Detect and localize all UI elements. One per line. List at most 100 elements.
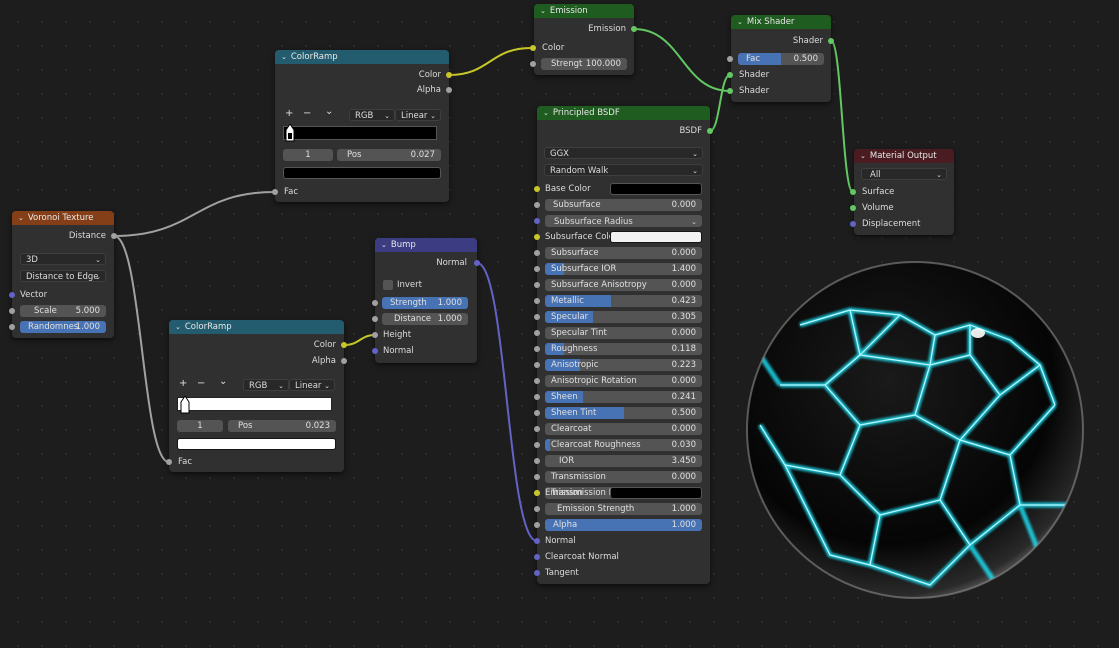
param-field-transmission[interactable]: Transmission 0.000: [545, 471, 702, 483]
socket-subsurface-in[interactable]: [534, 202, 540, 208]
scale-field[interactable]: Scale 5.000: [20, 305, 106, 317]
socket-normal-out[interactable]: [474, 260, 480, 266]
emission-node[interactable]: ⌄ Emission Emission Color Strengt 100.000: [534, 4, 634, 75]
socket-specular-tint-in[interactable]: [534, 330, 540, 336]
socket-distance-out[interactable]: [111, 233, 117, 239]
principled-bsdf-node[interactable]: ⌄ Principled BSDF BSDF GGX ⌄ Random Walk ⌄ …: [537, 106, 710, 584]
socket-subsurface-color-in[interactable]: [534, 234, 540, 240]
socket-emission-in[interactable]: [534, 490, 540, 496]
colorramp-node-1[interactable]: ⌄ ColorRamp Color Alpha + − ⌄ RGB ⌄ Linear…: [275, 50, 449, 202]
socket-specular-in[interactable]: [534, 314, 540, 320]
collapse-chevron-icon[interactable]: ⌄: [540, 7, 546, 15]
socket-ior-in[interactable]: [534, 458, 540, 464]
subsurface-field[interactable]: Subsurface 0.000: [545, 199, 702, 211]
alpha-field[interactable]: Alpha 1.000: [545, 519, 702, 531]
add-stop-icon[interactable]: +: [285, 108, 293, 119]
node-header[interactable]: ⌄ ColorRamp: [169, 320, 344, 334]
remove-stop-icon[interactable]: −: [303, 108, 311, 119]
collapse-chevron-icon[interactable]: ⌄: [175, 323, 181, 331]
node-header[interactable]: ⌄ Bump: [375, 238, 477, 252]
collapse-chevron-icon[interactable]: ⌄: [18, 214, 24, 222]
stop-pos-field[interactable]: Pos 0.023: [228, 420, 336, 432]
socket-displacement-in[interactable]: [850, 221, 856, 227]
socket-tangent-in[interactable]: [534, 570, 540, 576]
stop-color-swatch[interactable]: [283, 167, 441, 179]
stop-index-field[interactable]: 1: [177, 420, 223, 432]
remove-stop-icon[interactable]: −: [197, 378, 205, 389]
socket-strength-in[interactable]: [372, 300, 378, 306]
stop-color-swatch[interactable]: [177, 438, 336, 450]
socket-randomness-in[interactable]: [9, 324, 15, 330]
colorramp-node-2[interactable]: ⌄ ColorRamp Color Alpha + − ⌄ RGB ⌄ Linear…: [169, 320, 344, 472]
node-header[interactable]: ⌄ Emission: [534, 4, 634, 18]
collapse-chevron-icon[interactable]: ⌄: [381, 241, 387, 249]
param-field-ior[interactable]: IOR 3.450: [545, 455, 702, 467]
node-header[interactable]: ⌄ Mix Shader: [731, 15, 831, 29]
param-field-clearcoat[interactable]: Clearcoat 0.000: [545, 423, 702, 435]
socket-subsurface-radius-in[interactable]: [534, 218, 540, 224]
dimensions-dropdown[interactable]: 3D ⌄: [20, 253, 106, 265]
emission-color-swatch[interactable]: [610, 487, 702, 499]
socket-metallic-in[interactable]: [534, 298, 540, 304]
subsurface-radius-dropdown[interactable]: Subsurface Radius ⌄: [545, 215, 702, 227]
param-field-metallic[interactable]: Metallic 0.423: [545, 295, 702, 307]
distribution-dropdown[interactable]: GGX ⌄: [544, 147, 703, 159]
socket-sheen-in[interactable]: [534, 394, 540, 400]
socket-subsurface-in[interactable]: [534, 250, 540, 256]
socket-alpha-out[interactable]: [341, 358, 347, 364]
color-ramp-bar[interactable]: [283, 126, 437, 140]
param-field-clearcoat-roughness[interactable]: Clearcoat Roughness 0.030: [545, 439, 702, 451]
node-header[interactable]: ⌄ ColorRamp: [275, 50, 449, 64]
subsurface-color-swatch[interactable]: [610, 231, 702, 243]
socket-subsurface-ior-in[interactable]: [534, 266, 540, 272]
param-field-specular-tint[interactable]: Specular Tint 0.000: [545, 327, 702, 339]
feature-dropdown[interactable]: Distance to Edge ⌄: [20, 270, 106, 282]
ramp-menu-icon[interactable]: ⌄: [219, 376, 227, 387]
socket-shader-out[interactable]: [828, 38, 834, 44]
socket-height-in[interactable]: [372, 332, 378, 338]
param-field-roughness[interactable]: Roughness 0.118: [545, 343, 702, 355]
socket-clearcoat-in[interactable]: [534, 426, 540, 432]
socket-sheen-tint-in[interactable]: [534, 410, 540, 416]
socket-clearcoat-normal-in[interactable]: [534, 554, 540, 560]
socket-normal-in[interactable]: [534, 538, 540, 544]
socket-roughness-in[interactable]: [534, 346, 540, 352]
param-field-anisotropic[interactable]: Anisotropic 0.223: [545, 359, 702, 371]
color-ramp-bar[interactable]: [177, 397, 332, 411]
socket-shader1-in[interactable]: [727, 72, 733, 78]
add-stop-icon[interactable]: +: [179, 378, 187, 389]
collapse-chevron-icon[interactable]: ⌄: [737, 18, 743, 26]
invert-checkbox[interactable]: [383, 280, 393, 290]
socket-emission-out[interactable]: [631, 26, 637, 32]
socket-fac-in[interactable]: [272, 189, 278, 195]
socket-fac-in[interactable]: [166, 459, 172, 465]
socket-shader2-in[interactable]: [727, 88, 733, 94]
socket-distance-in[interactable]: [372, 316, 378, 322]
socket-anisotropic-rotation-in[interactable]: [534, 378, 540, 384]
socket-base-color-in[interactable]: [534, 186, 540, 192]
socket-vector-in[interactable]: [9, 292, 15, 298]
socket-color-out[interactable]: [446, 72, 452, 78]
interpolation-dropdown[interactable]: Linear ⌄: [289, 379, 335, 391]
param-field-specular[interactable]: Specular 0.305: [545, 311, 702, 323]
param-field-subsurface-ior[interactable]: Subsurface IOR 1.400: [545, 263, 702, 275]
param-field-anisotropic-rotation[interactable]: Anisotropic Rotation 0.000: [545, 375, 702, 387]
color-stop-handle-icon[interactable]: [285, 124, 295, 142]
socket-transmission-in[interactable]: [534, 474, 540, 480]
stop-pos-field[interactable]: Pos 0.027: [337, 149, 441, 161]
collapse-chevron-icon[interactable]: ⌄: [543, 109, 549, 117]
socket-scale-in[interactable]: [9, 308, 15, 314]
param-field-subsurface[interactable]: Subsurface 0.000: [545, 247, 702, 259]
node-header[interactable]: ⌄ Voronoi Texture: [12, 211, 114, 225]
param-field-sheen-tint[interactable]: Sheen Tint 0.500: [545, 407, 702, 419]
voronoi-texture-node[interactable]: ⌄ Voronoi Texture Distance 3D ⌄ Distance t…: [12, 211, 114, 338]
param-field-subsurface-anisotropy[interactable]: Subsurface Anisotropy 0.000: [545, 279, 702, 291]
stop-index-field[interactable]: 1: [283, 149, 333, 161]
color-mode-dropdown[interactable]: RGB ⌄: [349, 109, 395, 121]
randomness-field[interactable]: Randomnes 1.000: [20, 321, 106, 333]
socket-clearcoat-roughness-in[interactable]: [534, 442, 540, 448]
socket-emission-strength-in[interactable]: [534, 506, 540, 512]
socket-anisotropic-in[interactable]: [534, 362, 540, 368]
socket-normal-in[interactable]: [372, 348, 378, 354]
mix-shader-node[interactable]: ⌄ Mix Shader Shader Fac 0.500 Shader Shade…: [731, 15, 831, 102]
